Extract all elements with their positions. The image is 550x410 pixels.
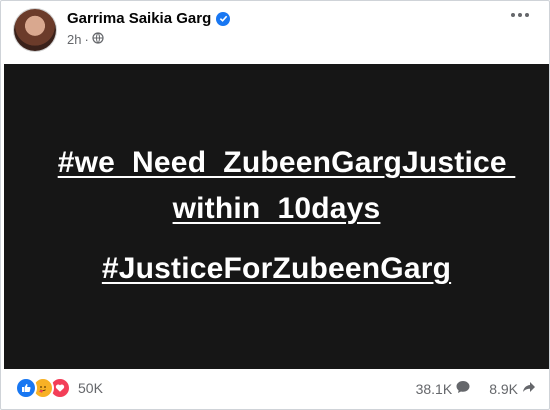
post-meta: 2h · [67,32,104,47]
like-icon [15,377,37,399]
author-name[interactable]: Garrima Saikia Garg [67,10,211,27]
reactions-summary[interactable]: 50K [15,377,103,399]
avatar[interactable] [14,9,56,51]
post-card: Garrima Saikia Garg 2h · #we Need Zubeen… [0,0,550,410]
comment-icon [455,379,471,398]
post-header: Garrima Saikia Garg 2h · [1,1,550,63]
more-options-icon[interactable] [511,13,529,17]
share-icon [521,379,537,398]
share-count: 8.9K [489,380,518,397]
post-image[interactable]: #we Need ZubeenGargJustice within 10days… [4,64,549,369]
post-footer: 50K 38.1K 8.9K [1,371,550,409]
reaction-count: 50K [78,380,103,396]
image-text-line-2: within 10days [172,192,381,225]
comment-stat[interactable]: 38.1K [416,379,472,398]
share-stat[interactable]: 8.9K [489,379,537,398]
verified-badge-icon [216,11,231,26]
image-text-line-3: #JusticeForZubeenGarg [101,252,452,285]
globe-icon[interactable] [92,32,104,47]
comment-count: 38.1K [415,380,453,397]
post-time[interactable]: 2h [67,32,81,47]
image-text-line-1: #we Need ZubeenGargJustice [57,146,516,179]
author-row: Garrima Saikia Garg [67,10,231,27]
post-stats: 38.1K 8.9K [416,379,537,398]
meta-separator: · [84,32,89,47]
